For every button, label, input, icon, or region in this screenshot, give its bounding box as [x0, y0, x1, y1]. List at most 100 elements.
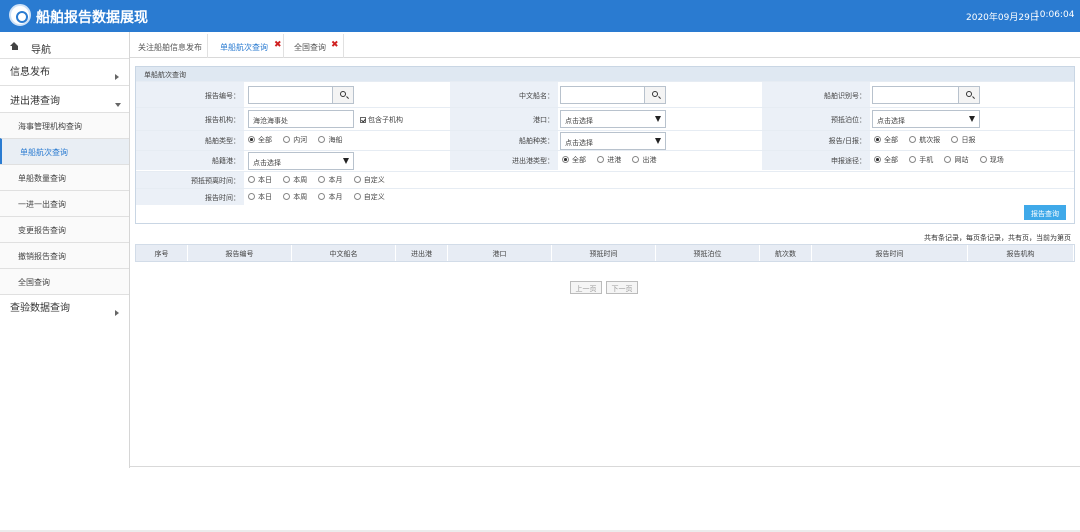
col-header: 序号: [136, 245, 188, 261]
record-summary: 共有条记录，每页条记录，共有页，当前为第页: [924, 234, 1071, 242]
app-title: 船舶报告数据展现: [36, 10, 148, 26]
sidebar-item-change-report[interactable]: 变更报告查询: [0, 216, 129, 242]
form-row: 预抵预离时间： 本日 本周 本月 自定义: [136, 171, 1074, 188]
ship-type-radios: 全部 内河 海船: [248, 135, 351, 145]
cn-name-search-button[interactable]: [644, 86, 666, 104]
ship-id-label: 船舶识别号：: [762, 82, 870, 107]
prev-page-button[interactable]: 上一页: [570, 281, 602, 294]
radio-rt-week[interactable]: 本周: [283, 192, 307, 202]
header-time: 10:06:04: [1034, 10, 1075, 20]
ship-id-input[interactable]: [872, 86, 980, 104]
panel-title: 单船航次查询: [136, 67, 1074, 81]
sidebar-group-label: 信息发布: [10, 67, 50, 78]
radio-est-custom[interactable]: 自定义: [353, 175, 385, 185]
berth-label: 预抵泊位：: [762, 108, 870, 130]
sidebar-item-national[interactable]: 全国查询: [0, 268, 129, 294]
nationality-select[interactable]: 点击选择: [248, 152, 354, 170]
tab-national[interactable]: 全国查询 ✖: [286, 34, 344, 58]
search-panel: 单船航次查询 报告编号： 中文船名： 船舶识别号： 报告机构： 海沧海事处 包含…: [135, 66, 1075, 224]
sidebar-item-label: 单船航次查询: [20, 148, 68, 157]
close-icon[interactable]: ✖: [331, 40, 339, 50]
col-header: 报告机构: [968, 245, 1074, 261]
sidebar-item-single-count[interactable]: 单船数量查询: [0, 164, 129, 190]
col-header: 预抵泊位: [656, 245, 760, 261]
include-sub-checkbox[interactable]: 包含子机构: [360, 115, 403, 125]
radio-est-today[interactable]: 本日: [248, 175, 272, 185]
est-time-radios: 本日 本周 本月 自定义: [248, 175, 394, 185]
tab-ship-info[interactable]: 关注船舶信息发布: [130, 34, 208, 58]
radio-rt-today[interactable]: 本日: [248, 192, 272, 202]
radio-rt-custom[interactable]: 自定义: [353, 192, 385, 202]
radio-ship-type-all[interactable]: 全部: [248, 135, 272, 145]
sidebar-group-port-query[interactable]: 进出港查询: [0, 86, 129, 112]
report-org-label: 报告机构：: [136, 108, 244, 130]
radio-inout-in[interactable]: 进港: [597, 155, 621, 165]
sidebar: 导航 信息发布 进出港查询 海事管理机构查询 单船航次查询 单船数量查询 一进一…: [0, 32, 130, 468]
radio-channel-web[interactable]: 网站: [944, 155, 968, 165]
est-time-label: 预抵预离时间：: [136, 172, 244, 188]
dropdown-arrow-icon: [969, 116, 975, 122]
radio-inout-out[interactable]: 出港: [632, 155, 656, 165]
report-no-label: 报告编号：: [136, 82, 244, 107]
sidebar-item-label: 撤销报告查询: [18, 252, 66, 261]
ship-kind-label: 船舶种类：: [450, 131, 558, 150]
sidebar-item-in-out[interactable]: 一进一出查询: [0, 190, 129, 216]
sidebar-group-inspection[interactable]: 查验数据查询: [0, 294, 129, 320]
radio-channel-onsite[interactable]: 现场: [979, 155, 1004, 165]
radio-report-voyage[interactable]: 航次报: [909, 135, 940, 145]
header-date: 2020年09月29日: [966, 13, 1039, 23]
radio-est-month[interactable]: 本月: [318, 175, 342, 185]
chevron-right-icon: [115, 310, 119, 316]
close-icon[interactable]: ✖: [274, 40, 282, 50]
inout-type-label: 进出港类型：: [450, 151, 558, 170]
sidebar-item-single-voyage[interactable]: 单船航次查询: [0, 138, 129, 164]
radio-est-week[interactable]: 本周: [283, 175, 307, 185]
sidebar-item-label: 变更报告查询: [18, 226, 66, 235]
tab-single-voyage[interactable]: 单船航次查询 ✖: [212, 34, 284, 58]
ship-kind-select[interactable]: 点击选择: [560, 132, 666, 150]
sidebar-group-info-release[interactable]: 信息发布: [0, 59, 129, 85]
maritime-logo-icon: [9, 4, 31, 26]
apply-channel-label: 申报途径：: [762, 151, 870, 170]
inout-type-radios: 全部 进港 出港: [562, 155, 665, 165]
form-row: 报告机构： 海沧海事处 包含子机构 港口： 点击选择 预抵泊位： 点击选择: [136, 107, 1074, 130]
nav-label: 导航: [31, 45, 51, 56]
port-select[interactable]: 点击选择: [560, 110, 666, 128]
report-query-button[interactable]: 报告查询: [1024, 205, 1066, 220]
chevron-right-icon: [115, 74, 119, 80]
ship-kind-select-value: 点击选择: [565, 139, 593, 147]
radio-channel-all[interactable]: 全部: [874, 155, 898, 165]
ship-id-search-button[interactable]: [958, 86, 980, 104]
chevron-down-icon: [115, 103, 121, 107]
cn-name-input[interactable]: [560, 86, 666, 104]
content-bottom-divider: [130, 466, 1080, 467]
radio-inout-all[interactable]: 全部: [562, 155, 586, 165]
tab-bar: 关注船舶信息发布 单船航次查询 ✖ 全国查询 ✖: [130, 34, 1080, 58]
search-icon: [966, 91, 972, 97]
radio-report-daily[interactable]: 日报: [951, 135, 975, 145]
form-row: 船舶类型： 全部 内河 海船 船舶种类： 点击选择 报告/日报： 全部 航次报 …: [136, 130, 1074, 150]
home-icon: [10, 42, 19, 51]
radio-report-all[interactable]: 全部: [874, 135, 898, 145]
tab-label: 单船航次查询: [220, 43, 268, 52]
sidebar-group-label: 查验数据查询: [10, 303, 70, 314]
form-row: 报告时间： 本日 本周 本月 自定义: [136, 188, 1074, 205]
berth-select[interactable]: 点击选择: [872, 110, 980, 128]
report-org-input[interactable]: 海沧海事处: [248, 110, 354, 128]
include-sub-label: 包含子机构: [368, 116, 403, 124]
nationality-label: 船籍港：: [136, 151, 244, 170]
nationality-select-value: 点击选择: [253, 159, 281, 167]
results-table-header: 序号 报告编号 中文船名 进出港 港口 预抵时间 预抵泊位 航次数 报告时间 报…: [135, 244, 1075, 262]
radio-rt-month[interactable]: 本月: [318, 192, 342, 202]
sidebar-item-org-query[interactable]: 海事管理机构查询: [0, 112, 129, 138]
radio-ship-type-river[interactable]: 内河: [283, 135, 307, 145]
radio-channel-mobile[interactable]: 手机: [909, 155, 933, 165]
next-page-button[interactable]: 下一页: [606, 281, 638, 294]
report-no-input[interactable]: [248, 86, 354, 104]
report-no-search-button[interactable]: [332, 86, 354, 104]
checkbox-checked-icon: [360, 117, 366, 123]
dropdown-arrow-icon: [655, 138, 661, 144]
col-header: 报告编号: [188, 245, 292, 261]
radio-ship-type-sea[interactable]: 海船: [318, 135, 342, 145]
sidebar-item-cancel-report[interactable]: 撤销报告查询: [0, 242, 129, 268]
